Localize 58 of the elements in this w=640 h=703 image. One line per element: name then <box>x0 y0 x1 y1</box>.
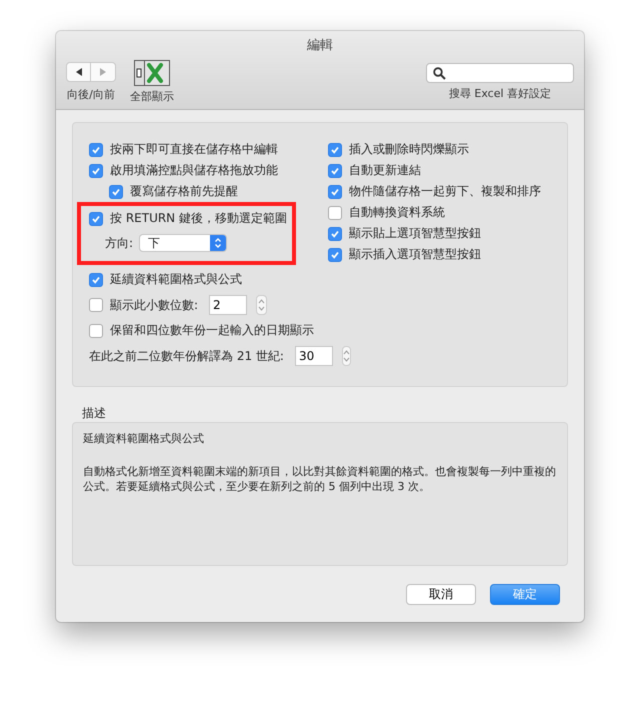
checkbox[interactable] <box>89 164 103 178</box>
up-down-arrows-icon <box>214 237 222 249</box>
checkbox[interactable] <box>328 248 342 262</box>
checkbox[interactable] <box>328 206 342 220</box>
checkmark-icon <box>91 144 101 154</box>
option-label: 延續資料範圍格式與公式 <box>110 271 242 288</box>
option-label: 自動轉換資料系統 <box>349 204 445 221</box>
checkbox[interactable] <box>89 298 103 312</box>
description-title: 延續資料範圍格式與公式 <box>83 431 205 446</box>
option-label: 按 RETURN 鍵後，移動選定範圍 <box>110 210 287 227</box>
left-arrow-icon <box>74 67 84 77</box>
stepper[interactable] <box>342 346 351 366</box>
option-label: 覆寫儲存格前先提醒 <box>130 183 238 200</box>
checkmark-icon <box>330 186 340 196</box>
description-text: 自動格式化新增至資料範圍末端的新項目，以比對其餘資料範圍的格式。也會複製每一列中重複的公式。若要延續格式與公式，至少要在新列之前的 5 個列中出現 3 次。 <box>83 464 557 494</box>
option-label: 顯示插入選項智慧型按鈕 <box>349 246 481 263</box>
checkmark-icon <box>91 214 101 224</box>
option-label: 在此之前二位數年份解譯為 21 世紀: <box>89 348 284 364</box>
checkbox[interactable] <box>109 184 123 198</box>
option-label: 按兩下即可直接在儲存格中編輯 <box>110 141 278 158</box>
window-title: 編輯 <box>306 37 334 54</box>
checkbox[interactable] <box>89 324 103 338</box>
show-all-label: 全部顯示 <box>130 89 174 104</box>
checkmark-icon <box>330 166 340 176</box>
option-label: 顯示貼上選項智慧型按鈕 <box>349 225 481 242</box>
option-label: 自動更新連結 <box>349 162 421 179</box>
checkbox[interactable] <box>328 142 342 156</box>
checkmark-icon <box>91 274 101 284</box>
checkbox[interactable] <box>328 184 342 198</box>
search-caption: 搜尋 Excel 喜好設定 <box>448 86 552 101</box>
direction-dropdown[interactable]: 下 <box>139 234 228 252</box>
option-label: 插入或刪除時閃爍顯示 <box>349 141 469 158</box>
option-label: 顯示此小數位數: <box>110 296 198 314</box>
option-label: 啟用填滿控點與儲存格拖放功能 <box>110 162 278 179</box>
number-field[interactable]: 2 <box>209 295 248 315</box>
checkmark-icon <box>91 166 101 176</box>
checkbox[interactable] <box>89 212 103 226</box>
checkmark-icon <box>330 250 340 260</box>
checkmark-icon <box>330 228 340 238</box>
checkbox[interactable] <box>328 226 342 240</box>
option-label: 保留和四位數年份一起輸入的日期顯示 <box>110 322 314 339</box>
excel-app-icon[interactable] <box>134 60 170 86</box>
description-heading: 描述 <box>82 405 107 422</box>
option-label: 物件隨儲存格一起剪下、複製和排序 <box>349 183 541 200</box>
checkbox[interactable] <box>328 164 342 178</box>
stepper[interactable] <box>256 295 268 315</box>
checkbox[interactable] <box>89 142 103 156</box>
cancel-button[interactable]: 取消 <box>406 584 476 605</box>
back-button[interactable] <box>66 62 91 82</box>
right-arrow-icon <box>98 67 108 77</box>
checkbox[interactable] <box>89 272 103 286</box>
checkmark-icon <box>111 186 121 196</box>
number-field[interactable]: 30 <box>294 346 333 366</box>
nav-label: 向後/向前 <box>67 87 115 102</box>
checkmark-icon <box>330 144 340 154</box>
direction-label: 方向: <box>105 234 134 252</box>
search-field[interactable] <box>426 63 574 83</box>
search-icon <box>433 66 446 80</box>
